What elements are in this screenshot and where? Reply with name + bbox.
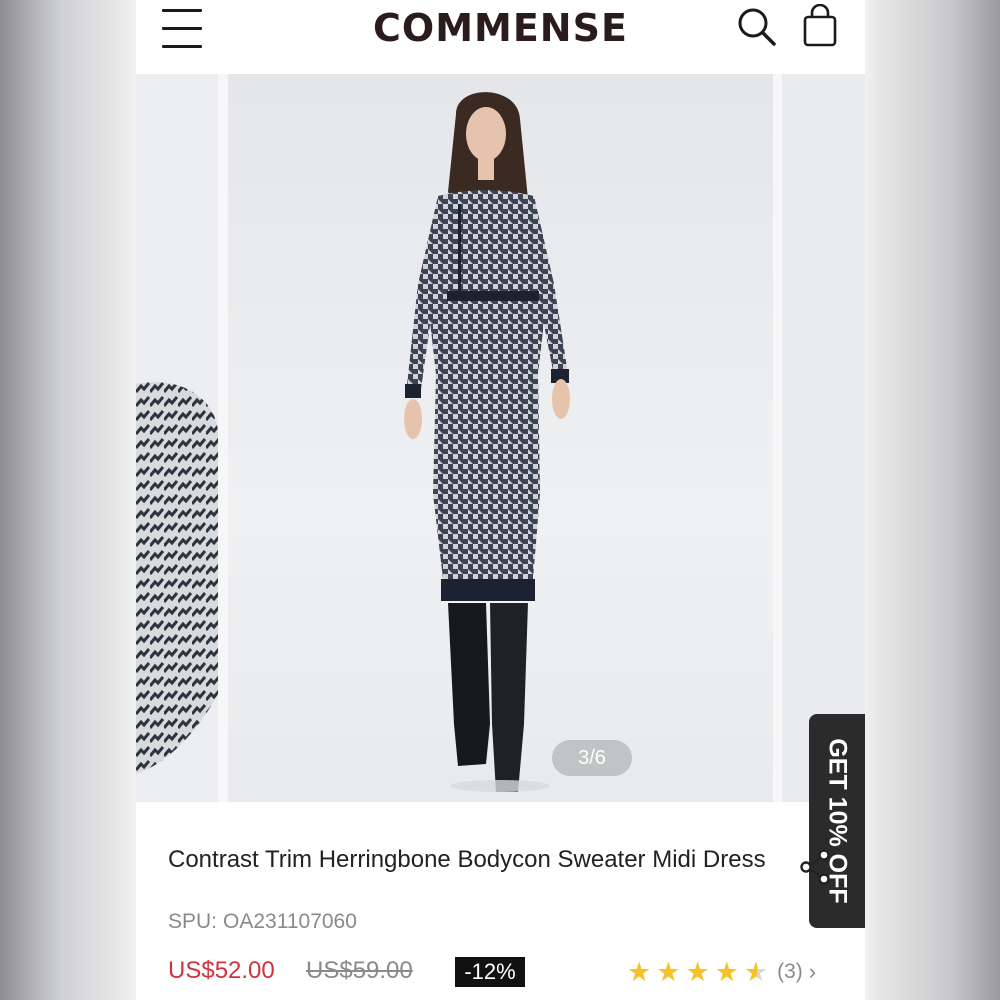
cart-icon[interactable] bbox=[800, 3, 840, 48]
product-page: COMMENSE 3/6 GET 10% OFF Contrast Trim H… bbox=[136, 0, 865, 1000]
star-icon: ★ bbox=[685, 957, 710, 987]
original-price: US$59.00 bbox=[306, 957, 413, 984]
spu-value: OA231107060 bbox=[223, 910, 357, 933]
sale-price: US$52.00 bbox=[168, 957, 275, 984]
image-counter: 3/6 bbox=[552, 740, 632, 776]
search-icon[interactable] bbox=[736, 6, 778, 48]
image-gallery[interactable]: 3/6 bbox=[136, 74, 865, 802]
next-image[interactable] bbox=[782, 74, 865, 802]
share-icon[interactable] bbox=[798, 848, 834, 886]
review-count: (3) bbox=[777, 960, 803, 983]
price-row: US$52.00 US$59.00 -12% ★ ★ ★ ★ ★ (3) › bbox=[168, 955, 858, 987]
rating-link[interactable]: ★ ★ ★ ★ ★ (3) › bbox=[627, 957, 816, 987]
previous-image[interactable] bbox=[136, 74, 218, 802]
spu-label: SPU: bbox=[168, 910, 218, 933]
top-bar: COMMENSE bbox=[136, 0, 865, 72]
discount-badge: -12% bbox=[455, 957, 525, 987]
star-icon: ★ bbox=[656, 957, 681, 987]
star-icon: ★ bbox=[627, 957, 652, 987]
discount-promo-tab[interactable]: GET 10% OFF bbox=[809, 714, 865, 928]
half-star-icon: ★ bbox=[743, 957, 769, 987]
star-icon: ★ bbox=[714, 957, 739, 987]
product-image[interactable]: 3/6 bbox=[228, 74, 773, 802]
spu-code: SPU: OA231107060 bbox=[168, 910, 357, 934]
chevron-right-icon: › bbox=[808, 959, 817, 984]
product-title: Contrast Trim Herringbone Bodycon Sweate… bbox=[168, 846, 766, 873]
